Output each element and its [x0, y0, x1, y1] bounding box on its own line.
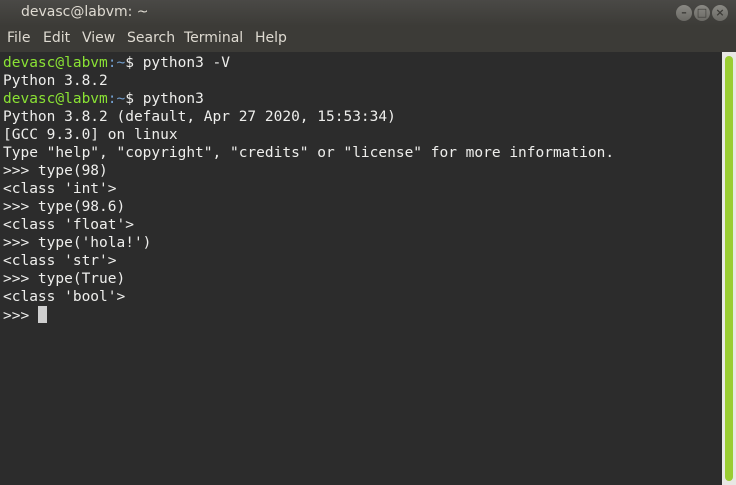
- window-title: devasc@labvm: ~: [21, 4, 149, 20]
- output-text: Type "help", "copyright", "credits" or "…: [3, 145, 615, 161]
- menu-terminal[interactable]: Terminal: [184, 30, 243, 46]
- terminal-line: <class 'str'>: [3, 252, 722, 270]
- menu-file[interactable]: File: [7, 30, 30, 46]
- prompt-user: devasc@labvm: [3, 55, 108, 71]
- output-text: [GCC 9.3.0] on linux: [3, 127, 178, 143]
- terminal-line: >>> type(98.6): [3, 198, 722, 216]
- terminal-output[interactable]: devasc@labvm:~$ python3 -V Python 3.8.2 de…: [0, 52, 722, 485]
- prompt-user: devasc@labvm: [3, 91, 108, 107]
- output-text: >>> type(True): [3, 271, 126, 287]
- output-text: Python 3.8.2 (default, Apr 27 2020, 15:5…: [3, 109, 396, 125]
- python-prompt: >>>: [3, 308, 38, 324]
- cursor-icon: [37, 306, 47, 323]
- prompt-command: $ python3: [125, 91, 204, 107]
- close-icon[interactable]: ×: [712, 5, 728, 21]
- menu-bar: File Edit View Search Terminal Help: [0, 26, 736, 52]
- terminal-line: devasc@labvm:~$ python3: [3, 90, 722, 108]
- scrollbar[interactable]: [722, 52, 736, 485]
- output-text: >>> type(98.6): [3, 199, 126, 215]
- output-text: <class 'str'>: [3, 253, 117, 269]
- menu-help[interactable]: Help: [255, 30, 287, 46]
- terminal-line: <class 'int'>: [3, 180, 722, 198]
- terminal-line: Python 3.8.2 (default, Apr 27 2020, 15:5…: [3, 108, 722, 126]
- current-prompt-line[interactable]: >>>: [3, 306, 722, 324]
- output-text: <class 'float'>: [3, 217, 134, 233]
- title-bar[interactable]: devasc@labvm: ~ – □ ×: [0, 0, 736, 26]
- terminal-line: >>> type(98): [3, 162, 722, 180]
- menu-search[interactable]: Search: [127, 30, 175, 46]
- prompt-path: :~: [107, 55, 126, 71]
- minimize-icon[interactable]: –: [676, 5, 692, 21]
- output-text: >>> type('hola!'): [3, 235, 152, 251]
- scrollbar-thumb[interactable]: [725, 56, 733, 481]
- output-text: <class 'bool'>: [3, 289, 126, 305]
- menu-view[interactable]: View: [82, 30, 115, 46]
- output-text: >>> type(98): [3, 163, 108, 179]
- terminal-line: <class 'float'>: [3, 216, 722, 234]
- prompt-command: $ python3 -V: [125, 55, 230, 71]
- terminal-line: >>> type('hola!'): [3, 234, 722, 252]
- output-text: <class 'int'>: [3, 181, 117, 197]
- maximize-icon[interactable]: □: [694, 5, 710, 21]
- terminal-line: [GCC 9.3.0] on linux: [3, 126, 722, 144]
- output-text: Python 3.8.2: [3, 73, 108, 89]
- terminal-line: devasc@labvm:~$ python3 -V: [3, 54, 722, 72]
- terminal-line: Type "help", "copyright", "credits" or "…: [3, 144, 722, 162]
- terminal-line: <class 'bool'>: [3, 288, 722, 306]
- terminal-line: >>> type(True): [3, 270, 722, 288]
- prompt-path: :~: [107, 91, 126, 107]
- terminal-line: Python 3.8.2: [3, 72, 722, 90]
- terminal-window: devasc@labvm: ~ – □ × File Edit View Sea…: [0, 0, 736, 485]
- menu-edit[interactable]: Edit: [43, 30, 70, 46]
